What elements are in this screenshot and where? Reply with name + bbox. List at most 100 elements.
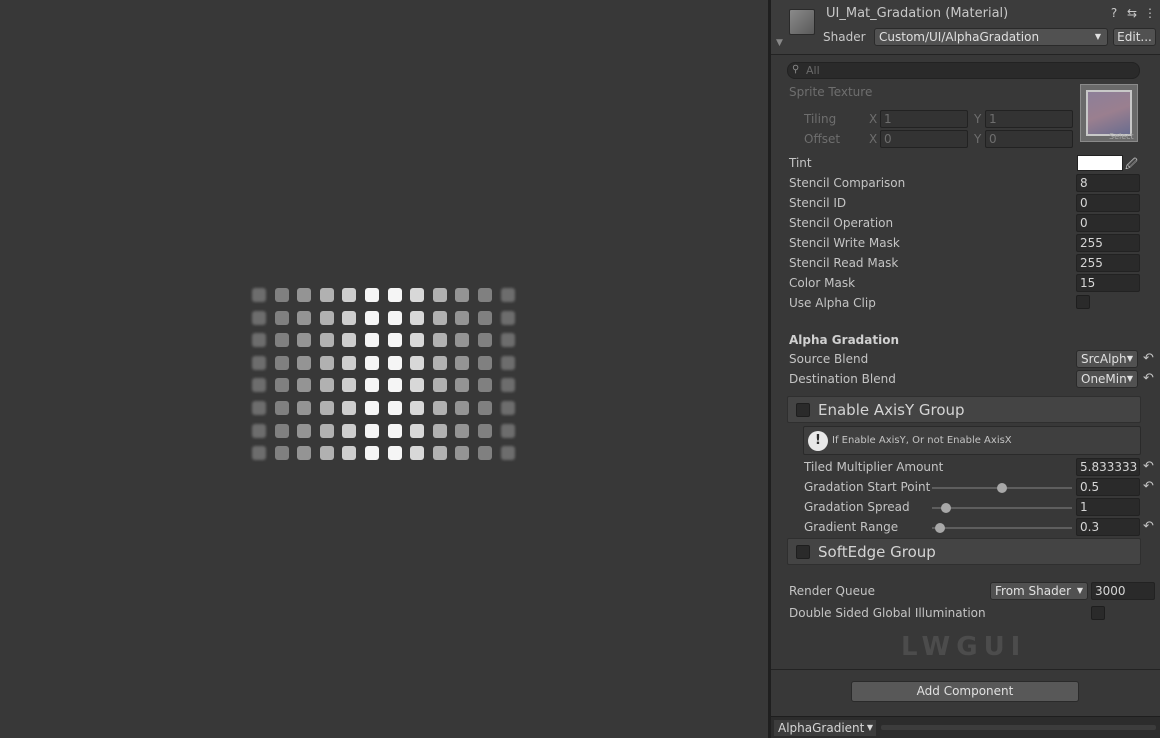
grid-dot — [319, 446, 334, 461]
render-queue-field[interactable]: 3000 — [1091, 582, 1155, 600]
grid-dot — [500, 401, 515, 415]
grid-dot — [387, 446, 402, 461]
grid-dot — [478, 333, 492, 348]
tiling-x-axis: X — [869, 112, 878, 126]
color-mask-field[interactable]: 15 — [1076, 274, 1140, 292]
stencil-comparison-field[interactable]: 8 — [1076, 174, 1140, 192]
shader-dropdown[interactable]: Custom/UI/AlphaGradation ▼ — [874, 28, 1108, 46]
chevron-down-icon: ▼ — [1126, 374, 1133, 383]
stencil-id-field[interactable]: 0 — [1076, 194, 1140, 212]
scene-view[interactable] — [0, 0, 768, 738]
tiled-multiplier-field[interactable]: 5.833333 — [1076, 458, 1140, 476]
grid-dot — [252, 401, 266, 415]
grid-dot — [432, 446, 447, 461]
gradation-start-slider[interactable] — [932, 483, 1072, 493]
texture-select-label[interactable]: Select — [1109, 132, 1134, 141]
reset-icon[interactable]: ↶ — [1143, 459, 1154, 474]
help-icon[interactable]: ? — [1108, 6, 1120, 20]
grid-dot — [500, 378, 515, 393]
grid-dot — [432, 401, 447, 415]
grid-dot — [410, 378, 425, 393]
use-alpha-clip-checkbox[interactable] — [1076, 295, 1090, 309]
grid-dot — [478, 310, 492, 325]
slider-knob[interactable] — [941, 503, 951, 513]
tiled-multiplier-label: Tiled Multiplier Amount — [804, 460, 944, 474]
add-component-button[interactable]: Add Component — [851, 681, 1079, 702]
grid-dot — [432, 310, 447, 325]
grid-dot — [478, 288, 492, 302]
eyedropper-icon[interactable]: 🖉 — [1125, 155, 1138, 176]
chevron-down-icon: ▼ — [1094, 32, 1101, 41]
info-icon: ! — [808, 431, 828, 451]
gradation-spread-slider[interactable] — [932, 503, 1072, 513]
preview-object-dropdown[interactable]: AlphaGradient ▼ — [774, 720, 876, 736]
grid-dot — [274, 423, 289, 438]
reset-icon[interactable]: ↶ — [1143, 371, 1154, 386]
grid-dot — [500, 310, 515, 325]
axis-y-group-checkbox[interactable] — [796, 403, 810, 417]
grid-dot — [319, 310, 334, 325]
inspector-panel: ▼ UI_Mat_Gradation (Material) ? ⇆ ⋮ Shad… — [771, 0, 1160, 738]
soft-edge-group-header[interactable]: SoftEdge Group — [787, 538, 1141, 565]
gradation-spread-field[interactable]: 1 — [1076, 498, 1140, 516]
grid-dot — [252, 288, 266, 302]
header-icons: ? ⇆ ⋮ — [1108, 6, 1156, 20]
stencil-operation-field[interactable]: 0 — [1076, 214, 1140, 232]
offset-y-field[interactable]: 0 — [985, 130, 1073, 148]
double-sided-gi-checkbox[interactable] — [1091, 606, 1105, 620]
slider-knob[interactable] — [935, 523, 946, 533]
chevron-down-icon: ▼ — [866, 723, 873, 732]
grid-dot — [387, 423, 402, 438]
soft-edge-group-checkbox[interactable] — [796, 545, 810, 559]
tiling-y-field[interactable]: 1 — [985, 110, 1073, 128]
grid-dot — [319, 401, 334, 415]
render-queue-dropdown[interactable]: From Shader ▼ — [990, 582, 1088, 600]
destination-blend-dropdown[interactable]: OneMin ▼ — [1076, 370, 1138, 388]
grid-dot — [274, 288, 289, 302]
property-search[interactable]: ⚲ — [787, 62, 1140, 79]
use-alpha-clip-label: Use Alpha Clip — [789, 296, 876, 310]
shader-value: Custom/UI/AlphaGradation — [879, 30, 1040, 44]
reset-icon[interactable]: ↶ — [1143, 479, 1154, 494]
grid-dot — [500, 446, 515, 461]
grid-dot — [387, 288, 402, 302]
grid-dot — [297, 401, 312, 415]
grid-dot — [342, 446, 357, 461]
axis-y-group-header[interactable]: Enable AxisY Group — [787, 396, 1141, 423]
tint-color-swatch[interactable] — [1077, 155, 1123, 171]
help-text: If Enable AxisY, Or not Enable AxisX — [832, 435, 1012, 446]
stencil-read-mask-field[interactable]: 255 — [1076, 254, 1140, 272]
source-blend-dropdown[interactable]: SrcAlph ▼ — [1076, 350, 1138, 368]
inspector-body: ⚲ Sprite Texture Tiling X 1 Y 1 Offset X… — [771, 56, 1160, 669]
reset-icon[interactable]: ↶ — [1143, 519, 1154, 534]
offset-x-field[interactable]: 0 — [880, 130, 968, 148]
stencil-write-mask-field[interactable]: 255 — [1076, 234, 1140, 252]
collapse-arrow-icon[interactable]: ▼ — [776, 38, 783, 48]
tiling-x-field[interactable]: 1 — [880, 110, 968, 128]
grid-dot — [500, 355, 515, 370]
grid-dot — [297, 355, 312, 370]
grid-dot — [500, 288, 515, 302]
search-input[interactable] — [806, 63, 1126, 78]
texture-preview-image — [1086, 90, 1132, 136]
stencil-comparison-label: Stencil Comparison — [789, 176, 906, 190]
grid-dot — [387, 310, 402, 325]
edit-shader-button[interactable]: Edit... — [1113, 28, 1156, 46]
grid-dot — [410, 446, 425, 461]
grid-dot — [455, 310, 470, 325]
settings-sliders-icon[interactable]: ⇆ — [1126, 6, 1138, 20]
grid-dot — [252, 355, 266, 370]
color-mask-label: Color Mask — [789, 276, 856, 290]
slider-knob[interactable] — [997, 483, 1007, 493]
reset-icon[interactable]: ↶ — [1143, 351, 1154, 366]
grid-dot — [455, 288, 470, 302]
gradient-range-slider[interactable] — [932, 523, 1072, 533]
gradation-start-field[interactable]: 0.5 — [1076, 478, 1140, 496]
lwgui-logo: LWGUI — [901, 632, 1027, 662]
gradation-dot-grid — [250, 284, 520, 466]
preview-resize-bar[interactable] — [881, 725, 1156, 730]
grid-dot — [342, 355, 357, 370]
grid-dot — [297, 288, 312, 302]
gradient-range-field[interactable]: 0.3 — [1076, 518, 1140, 536]
more-options-icon[interactable]: ⋮ — [1144, 6, 1156, 20]
